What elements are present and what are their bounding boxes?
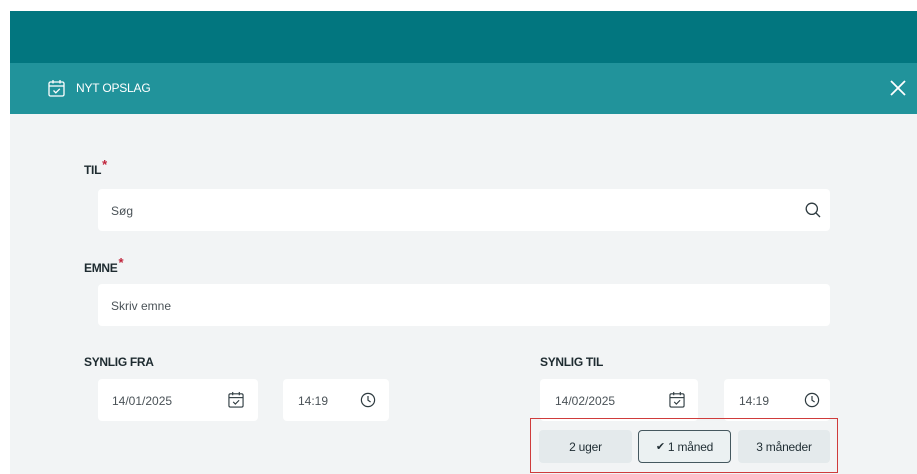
visible-to-label: SYNLIG TIL xyxy=(540,355,604,369)
visible-to-date-input[interactable]: 14/02/2025 xyxy=(540,379,698,421)
visible-from-date-input[interactable]: 14/01/2025 xyxy=(98,379,258,421)
required-mark: * xyxy=(118,255,124,270)
search-icon[interactable] xyxy=(805,202,821,218)
visible-from-time-value: 14:19 xyxy=(298,394,329,408)
dialog-title: NYT OPSLAG xyxy=(76,81,151,95)
close-icon[interactable] xyxy=(888,78,908,98)
subject-placeholder: Skriv emne xyxy=(111,299,172,313)
visible-from-time-input[interactable]: 14:19 xyxy=(283,379,389,421)
required-mark: * xyxy=(102,157,107,172)
visible-to-date-value: 14/02/2025 xyxy=(555,394,616,408)
app-top-bar xyxy=(10,11,917,63)
visible-from-date-value: 14/01/2025 xyxy=(112,394,173,408)
subject-input[interactable]: Skriv emne xyxy=(98,284,830,326)
clock-icon[interactable] xyxy=(804,392,820,408)
subject-label: EMNE* xyxy=(84,255,124,275)
calendar-icon[interactable] xyxy=(228,391,244,408)
highlight-box xyxy=(530,418,838,473)
top-strip xyxy=(0,0,917,11)
to-label: TIL* xyxy=(84,157,107,177)
calendar-icon[interactable] xyxy=(669,391,685,408)
visible-to-time-value: 14:19 xyxy=(739,394,770,408)
clock-icon[interactable] xyxy=(360,392,376,408)
visible-to-time-input[interactable]: 14:19 xyxy=(724,379,830,421)
visible-from-label: SYNLIG FRA xyxy=(84,355,154,369)
dialog-header: NYT OPSLAG xyxy=(10,63,917,114)
recipient-search-input[interactable]: Søg xyxy=(98,189,830,231)
recipient-search-placeholder: Søg xyxy=(111,204,134,218)
calendar-check-icon xyxy=(48,80,65,97)
